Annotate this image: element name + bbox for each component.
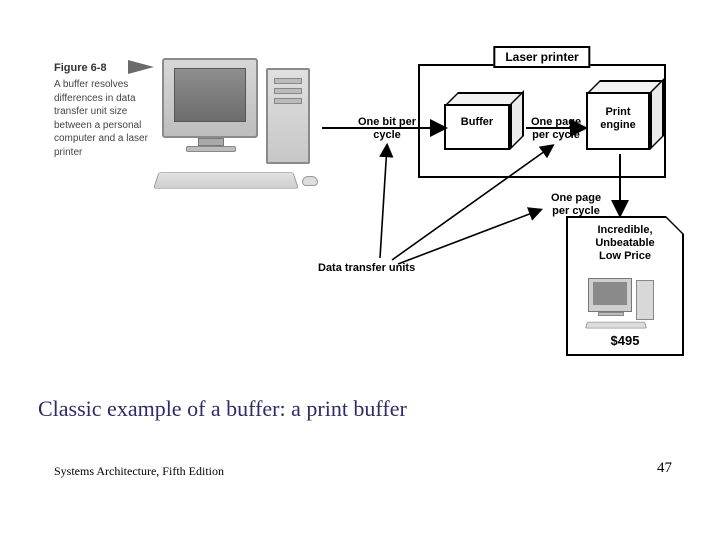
mouse-icon — [302, 176, 318, 186]
flyer-tower-icon — [636, 280, 654, 320]
flyer-keyboard-icon — [585, 322, 647, 329]
label-one-page-per-cycle-1: One pageper cycle — [520, 116, 592, 141]
label-one-page-per-cycle-2: One pageper cycle — [540, 192, 612, 217]
buffer-box: Buffer — [444, 92, 524, 150]
monitor-icon — [162, 58, 258, 138]
print-engine-box: Printengine — [586, 80, 666, 152]
footer-source: Systems Architecture, Fifth Edition — [54, 464, 224, 479]
flyer-headline: Incredible,UnbeatableLow Price — [568, 224, 682, 264]
figure-caption-block: Figure 6-8 A buffer resolves differences… — [54, 62, 154, 159]
print-engine-label: Printengine — [586, 106, 650, 131]
buffer-label: Buffer — [444, 116, 510, 128]
printed-flyer: Incredible,UnbeatableLow Price $495 — [566, 216, 684, 356]
slide-caption: Classic example of a buffer: a print buf… — [38, 396, 407, 422]
flyer-monitor-icon — [588, 278, 632, 312]
triangle-pointer-icon — [128, 60, 160, 74]
personal-computer-illustration — [162, 58, 332, 198]
figure-caption-text: A buffer resolves differences in data tr… — [54, 78, 154, 159]
label-one-bit-per-cycle: One bit percycle — [350, 116, 424, 141]
tower-icon — [266, 68, 310, 164]
monitor-stand-icon — [198, 138, 224, 146]
data-transfer-units-label: Data transfer units — [318, 262, 415, 274]
laser-printer-title: Laser printer — [493, 46, 590, 68]
monitor-base-icon — [186, 146, 236, 152]
flyer-price: $495 — [568, 333, 682, 348]
page-number: 47 — [657, 460, 672, 477]
keyboard-icon — [153, 172, 299, 189]
